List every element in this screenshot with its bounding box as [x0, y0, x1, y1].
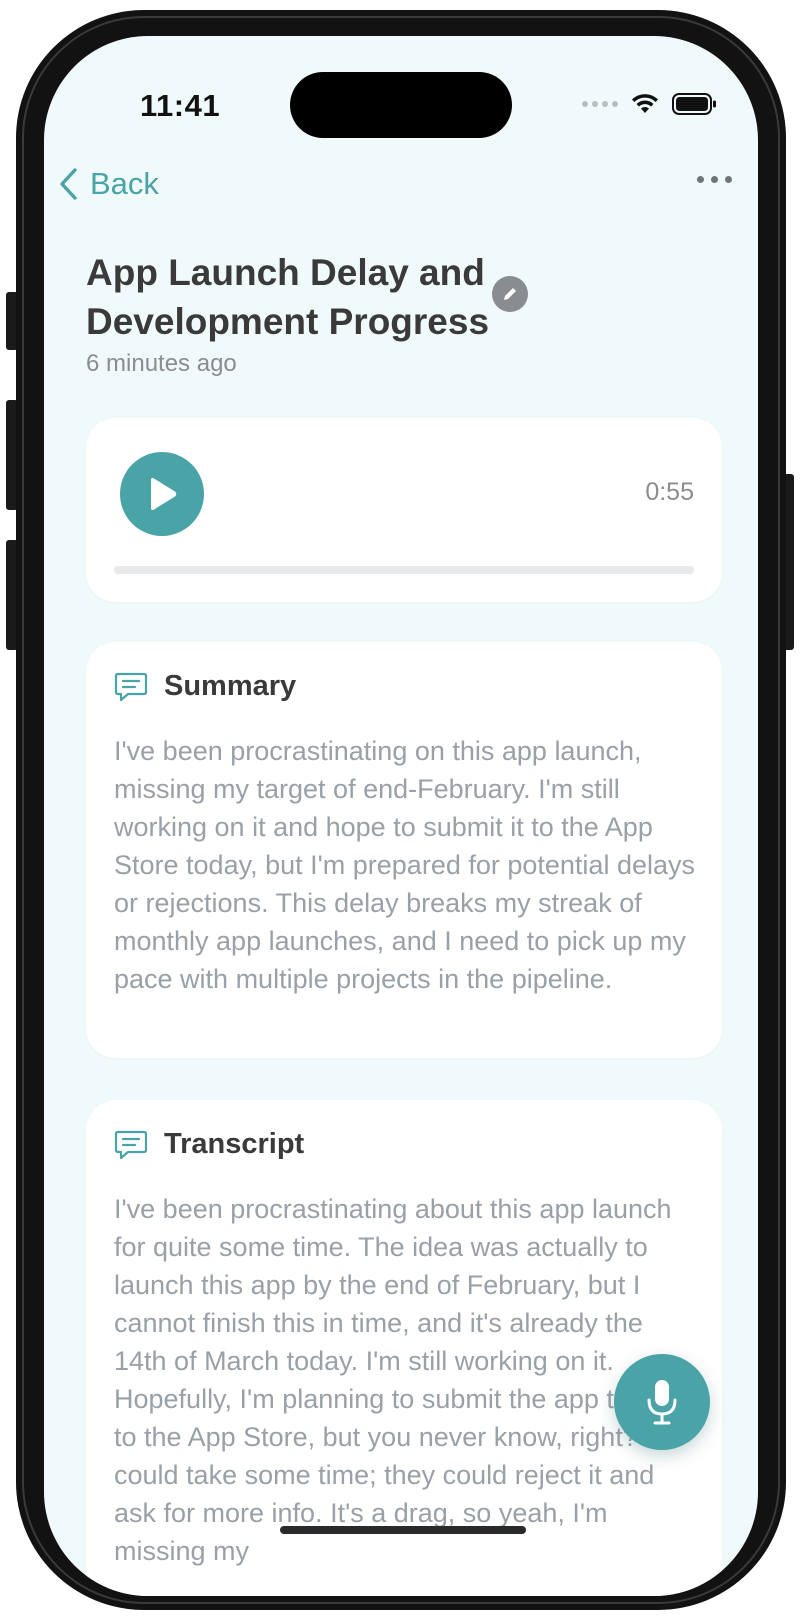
note-timestamp: 6 minutes ago	[86, 350, 237, 377]
summary-header: Summary	[114, 670, 296, 703]
transcript-heading: Transcript	[164, 1128, 305, 1160]
microphone-icon	[647, 1380, 677, 1425]
transcript-text: I've been procrastinating about this app…	[114, 1194, 673, 1566]
note-title: App Launch Delay and Development Progres…	[86, 252, 490, 342]
back-button[interactable]: Back	[58, 166, 159, 202]
wifi-icon	[632, 94, 658, 113]
summary-text: I've been procrastinating on this app la…	[114, 736, 695, 994]
record-button[interactable]	[614, 1354, 710, 1450]
dynamic-island	[290, 72, 512, 138]
back-label: Back	[90, 166, 159, 201]
status-time: 11:41	[140, 88, 221, 123]
phone-body: 11:41 Back App Launch Delay and Developm…	[16, 10, 786, 1610]
summary-card: Summary I've been procrastinating on thi…	[86, 642, 722, 1058]
more-button[interactable]	[697, 176, 732, 183]
edit-title-button[interactable]	[492, 276, 528, 312]
chat-bubble-icon	[114, 1130, 148, 1159]
battery-icon	[672, 93, 716, 115]
chat-bubble-icon	[114, 672, 148, 701]
play-button[interactable]	[120, 452, 204, 536]
audio-player-card: 0:55	[86, 418, 722, 602]
play-icon	[151, 478, 177, 510]
screen: 11:41 Back App Launch Delay and Developm…	[44, 36, 758, 1596]
playback-progress-bar[interactable]	[114, 566, 694, 574]
home-indicator[interactable]	[280, 1526, 526, 1534]
nav-bar: Back	[44, 158, 758, 222]
ellipsis-icon	[697, 176, 704, 183]
transcript-header: Transcript	[114, 1128, 304, 1161]
summary-heading: Summary	[164, 670, 297, 702]
status-indicators	[582, 92, 718, 116]
device-frame: 11:41 Back App Launch Delay and Developm…	[0, 0, 802, 1618]
transcript-card: Transcript I've been procrastinating abo…	[86, 1100, 722, 1596]
chevron-left-icon	[60, 168, 77, 200]
audio-duration: 0:55	[645, 478, 694, 506]
cellular-signal-icon	[582, 101, 618, 107]
pencil-icon	[504, 288, 516, 300]
